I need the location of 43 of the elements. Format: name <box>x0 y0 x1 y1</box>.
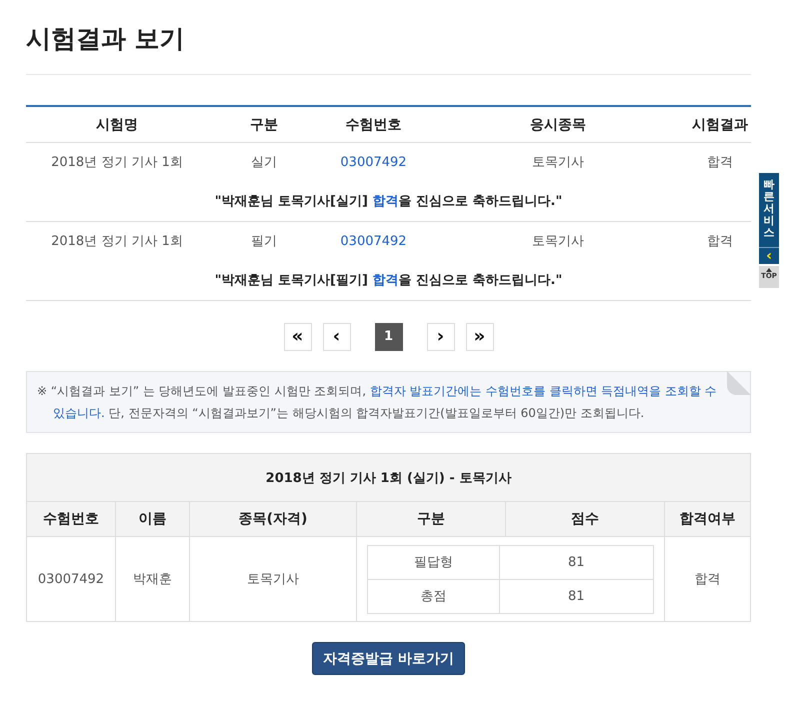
certificate-button[interactable]: 자격증발급 바로가기 <box>312 642 465 675</box>
congratulation-message: "박재훈님 토목기사[필기] 합격을 진심으로 축하드립니다." <box>214 273 562 288</box>
column-header: 구분 <box>356 502 506 536</box>
table-cell: 필답형 <box>368 545 500 579</box>
table-cell: 실기 <box>251 155 277 170</box>
collapse-button[interactable]: ‹ <box>759 247 779 264</box>
column-header: 구분 <box>208 106 320 142</box>
table-cell: 합격 <box>707 155 733 170</box>
column-header: 시험결과 <box>689 106 751 142</box>
table-cell: 합격 <box>707 234 733 249</box>
first-page-button[interactable]: « <box>284 323 312 351</box>
column-header: 종목(자격) <box>190 502 356 536</box>
exam-number-link[interactable]: 03007492 <box>340 234 407 248</box>
column-header: 수험번호 <box>320 106 427 142</box>
quick-service-tab[interactable]: 빠른서비스 <box>759 173 779 248</box>
up-arrow-icon <box>766 268 772 272</box>
page-title: 시험결과 보기 <box>26 23 185 55</box>
table-cell: 2018년 정기 기사 1회 <box>51 155 183 170</box>
table-cell: 81 <box>499 545 654 579</box>
column-header: 이름 <box>116 502 190 536</box>
column-header: 시험명 <box>26 106 208 142</box>
table-cell: 토목기사 <box>532 234 584 249</box>
exam-number-link[interactable]: 03007492 <box>340 154 407 170</box>
column-header: 점수 <box>506 502 664 536</box>
column-header: 합격여부 <box>664 502 750 536</box>
table-cell: 03007492 <box>26 536 116 622</box>
next-page-button[interactable]: › <box>426 323 454 351</box>
last-page-button[interactable]: » <box>466 323 494 351</box>
column-header: 응시종목 <box>427 106 689 142</box>
notice-text: ※ “시험결과 보기” 는 당해년도에 발표중인 시험만 조회되며, 합격자 발표기간에는 수험번호를 클릭하면 득점내역을 조회할 수 있습니다. 단, 전문자격의 “시험결과보기”는 해당시험의 합격자발표기간(발표일로부터 60일간)만 조회됩니다. <box>37 383 718 422</box>
table-cell: 토목기사 <box>190 536 356 622</box>
table-cell: 2018년 정기 기사 1회 <box>51 234 183 249</box>
table-cell: 토목기사 <box>532 155 584 170</box>
table-cell: 합격 <box>664 536 750 622</box>
page-button[interactable]: 1 <box>374 323 402 351</box>
column-header: 수험번호 <box>26 502 116 536</box>
previous-page-button[interactable]: ‹ <box>322 323 350 351</box>
table-cell: 81 <box>499 579 654 613</box>
table-cell: 박재훈 <box>116 536 190 622</box>
congratulation-message: "박재훈님 토목기사[실기] 합격을 진심으로 축하드립니다." <box>214 194 562 209</box>
table-cell: 총점 <box>368 579 500 613</box>
detail-title: 2018년 정기 기사 1회 (실기) - 토목기사 <box>26 454 750 502</box>
table-cell: 필기 <box>251 234 277 249</box>
